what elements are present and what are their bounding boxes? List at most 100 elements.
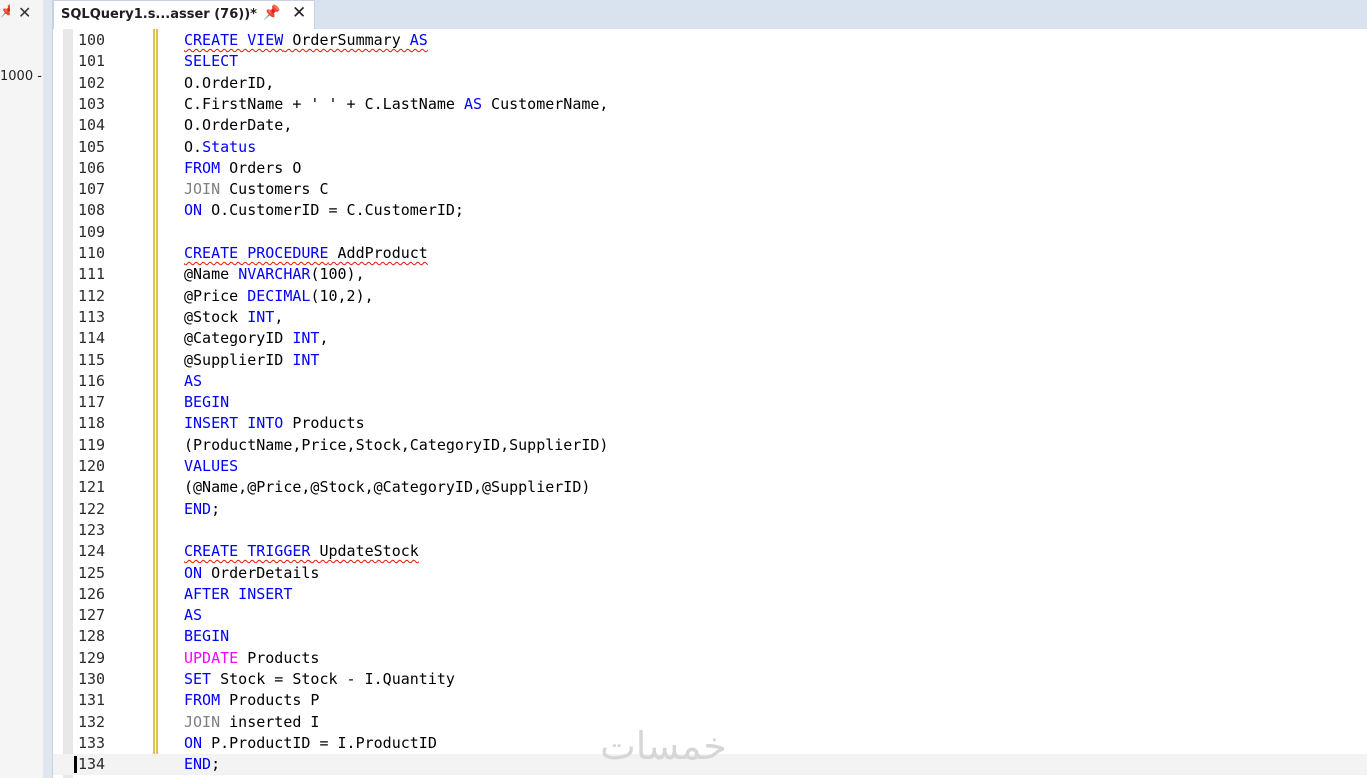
code-line[interactable]: 124 CREATE TRIGGER UpdateStock (53, 541, 1367, 562)
code-token: BEGIN (184, 627, 230, 646)
code-text: SELECT (184, 51, 238, 72)
code-token: Products (283, 414, 365, 433)
line-number: 117 (78, 393, 106, 412)
code-text: SET Stock = Stock - I.Quantity (184, 669, 455, 690)
code-token: BEGIN (184, 393, 230, 412)
code-line[interactable]: 125 ON OrderDetails (53, 563, 1367, 584)
line-number: 112 (78, 286, 106, 305)
code-line[interactable]: 112 @Price DECIMAL(10,2), (53, 286, 1367, 307)
code-token: FROM (184, 158, 221, 177)
code-token: @SupplierID (184, 350, 293, 369)
pin-icon[interactable]: 📌 (263, 5, 280, 21)
code-text: FROM Products P (184, 690, 319, 711)
code-line[interactable]: 102 O.OrderID, (53, 73, 1367, 94)
code-text: FROM Orders O (184, 158, 301, 179)
code-token: Products (238, 648, 320, 667)
code-text: @Price DECIMAL(10,2), (184, 286, 374, 307)
code-text: AS (184, 371, 202, 392)
code-token: O. (184, 137, 203, 156)
code-token: JOIN (184, 180, 221, 199)
code-line[interactable]: 111 @Name NVARCHAR(100), (53, 264, 1367, 285)
line-number: 134 (78, 755, 106, 774)
code-token: , (319, 329, 329, 348)
code-token: ; (211, 755, 221, 774)
code-line[interactable]: 129 UPDATE Products (53, 648, 1367, 669)
code-line[interactable]: 119 (ProductName,Price,Stock,CategoryID,S… (53, 435, 1367, 456)
code-token: INSERT INTO (184, 414, 284, 433)
code-line[interactable]: 130 SET Stock = Stock - I.Quantity (53, 669, 1367, 690)
code-line[interactable]: 131 FROM Products P (53, 690, 1367, 711)
code-text: END; (184, 499, 220, 520)
code-line[interactable]: 113 @Stock INT, (53, 307, 1367, 328)
line-number: 130 (78, 670, 106, 688)
code-line[interactable]: 121 (@Name,@Price,@Stock,@CategoryID,@Sup… (53, 477, 1367, 498)
code-line[interactable]: 120 VALUES (53, 456, 1367, 477)
code-line[interactable]: 107 JOIN Customers C (53, 179, 1367, 200)
code-line[interactable]: 109 (53, 222, 1367, 243)
code-line[interactable]: 126 AFTER INSERT (53, 584, 1367, 605)
code-text: O.OrderID, (184, 73, 274, 94)
code-text: ON P.ProductID = I.ProductID (184, 733, 437, 754)
code-line[interactable]: 122 END; (53, 499, 1367, 520)
pane-splitter[interactable] (43, 0, 53, 778)
line-number: 125 (78, 563, 106, 582)
line-number: 120 (78, 457, 106, 475)
code-token: AS (184, 606, 203, 625)
code-token: O.OrderDate, (184, 116, 293, 135)
code-text: CREATE VIEW OrderSummary AS (184, 30, 428, 51)
code-line[interactable]: 118 INSERT INTO Products (53, 413, 1367, 434)
close-icon[interactable]: ✕ (18, 3, 31, 22)
line-number: 107 (78, 180, 106, 199)
close-icon[interactable]: ✕ (292, 3, 306, 23)
code-line[interactable]: 116 AS (53, 371, 1367, 392)
code-token: INT (247, 307, 275, 326)
code-line[interactable]: 101 SELECT (53, 51, 1367, 72)
code-text: JOIN inserted I (184, 712, 319, 733)
code-token: O.CustomerID = C.CustomerID; (202, 201, 464, 220)
code-token: Products P (220, 691, 320, 710)
left-docked-panel: 📌 ✕ 1000 - (0, 0, 44, 778)
line-number: 103 (78, 94, 106, 113)
code-token: DECIMAL (247, 286, 311, 305)
line-number: 104 (78, 116, 106, 135)
code-token: Orders O (220, 158, 302, 177)
code-token: @Name (184, 265, 239, 284)
pin-icon[interactable]: 📌 (0, 4, 10, 18)
line-number: 129 (78, 648, 106, 667)
code-line[interactable]: 100 CREATE VIEW OrderSummary AS (53, 30, 1367, 51)
code-text: INSERT INTO Products (184, 413, 365, 434)
code-token: CREATE VIEW (184, 31, 284, 49)
code-line[interactable]: 106 FROM Orders O (53, 158, 1367, 179)
code-line[interactable]: 114 @CategoryID INT, (53, 328, 1367, 349)
code-token: O.OrderID, (184, 73, 275, 92)
code-token: (@Name,@Price,@Stock,@CategoryID,@Suppli… (184, 478, 591, 497)
code-line[interactable]: 108 ON O.CustomerID = C.CustomerID; (53, 200, 1367, 221)
code-text: (ProductName,Price,Stock,CategoryID,Supp… (184, 435, 608, 456)
line-number: 123 (78, 520, 106, 539)
code-text: ON O.CustomerID = C.CustomerID; (184, 200, 464, 221)
code-line[interactable]: 104 O.OrderDate, (53, 115, 1367, 136)
code-token: AS (409, 31, 428, 49)
code-line[interactable]: 103 C.FirstName + ' ' + C.LastName AS Cus… (53, 94, 1367, 115)
code-line[interactable]: 123 (53, 520, 1367, 541)
line-number: 124 (78, 542, 106, 561)
tab-sqlquery1[interactable]: SQLQuery1.s...asser (76))* 📌 ✕ (53, 0, 315, 29)
code-line[interactable]: 115 @SupplierID INT (53, 350, 1367, 371)
code-line[interactable]: 117 BEGIN (53, 392, 1367, 413)
code-line[interactable]: 127 AS (53, 605, 1367, 626)
code-editor[interactable]: 100 CREATE VIEW OrderSummary AS 101 SELECT 1… (53, 29, 1367, 778)
code-line[interactable]: 128 BEGIN (53, 626, 1367, 647)
line-number: 132 (78, 712, 106, 731)
code-line[interactable]: 105 O.Status (53, 137, 1367, 158)
code-text: @Stock INT, (184, 307, 283, 328)
code-text: @CategoryID INT, (184, 328, 329, 349)
line-number: 115 (78, 350, 106, 369)
code-text: @SupplierID INT (184, 350, 319, 371)
line-number: 113 (78, 307, 106, 326)
code-text: UPDATE Products (184, 648, 319, 669)
code-token: Stock = Stock - I.Quantity (211, 670, 455, 688)
code-text: END; (184, 754, 220, 775)
code-text: BEGIN (184, 392, 229, 413)
code-line[interactable]: 110 CREATE PROCEDURE AddProduct (53, 243, 1367, 264)
code-token: ; (211, 499, 221, 518)
